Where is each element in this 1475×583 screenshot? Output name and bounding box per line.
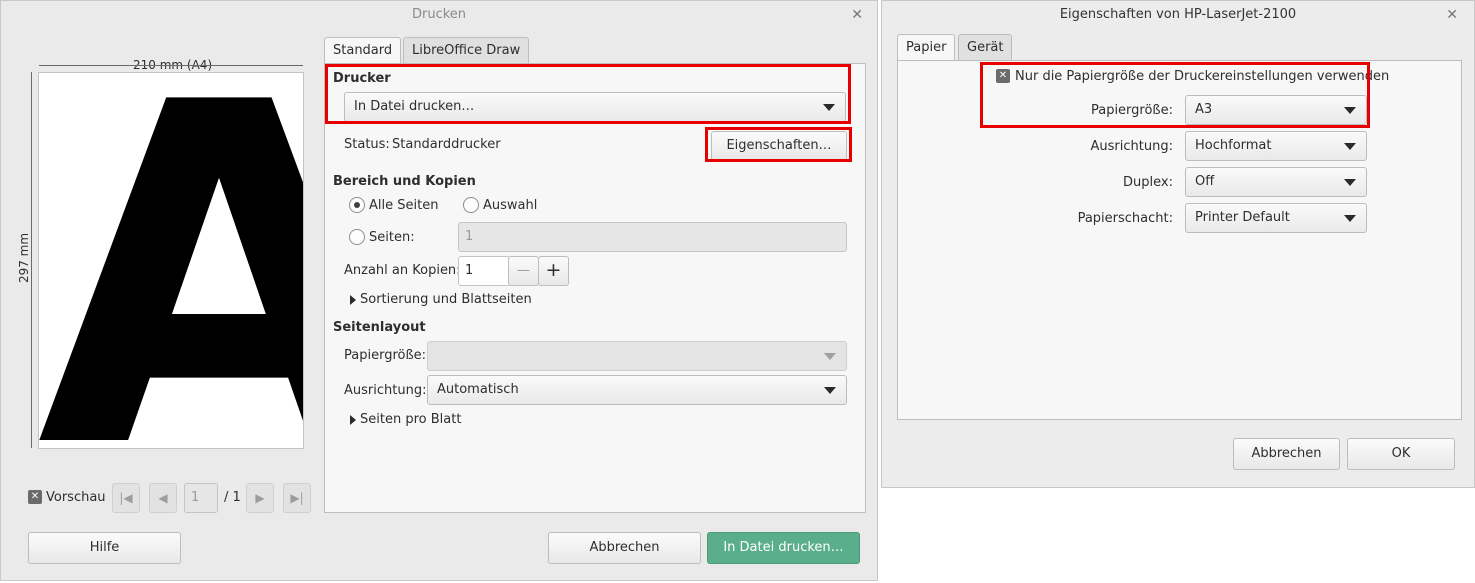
copies-label: Anzahl an Kopien:: [344, 263, 461, 278]
duplex-select[interactable]: Off: [1185, 167, 1367, 197]
orientation-label: Ausrichtung:: [1090, 139, 1173, 154]
copies-increment-button[interactable]: +: [538, 256, 569, 286]
cancel-button[interactable]: Abbrechen: [1233, 438, 1340, 470]
tab-libreoffice-draw[interactable]: LibreOffice Draw: [403, 37, 530, 63]
tab-paper[interactable]: Papier: [897, 34, 956, 61]
range-heading: Bereich und Kopien: [333, 174, 476, 189]
preview-height-label: 297 mm: [17, 232, 32, 284]
page-number-input[interactable]: 1: [184, 483, 218, 513]
highlight-paper-settings-box: [980, 62, 1370, 128]
pages-per-sheet-expander[interactable]: Seiten pro Blatt: [360, 412, 461, 427]
print-dialog: Drucken ✕ 210 mm (A4) 297 mm A3 ✕ Vorsch…: [0, 0, 878, 581]
last-page-button[interactable]: ▶|: [283, 483, 311, 513]
close-icon[interactable]: ✕: [1446, 1, 1458, 29]
ok-button[interactable]: OK: [1347, 438, 1455, 470]
print-to-file-button[interactable]: In Datei drucken…: [707, 532, 860, 564]
paper-size-label: Papiergröße:: [344, 348, 427, 363]
paper-tray-value: Printer Default: [1195, 210, 1290, 225]
all-pages-radio[interactable]: [349, 197, 365, 213]
duplex-value: Off: [1195, 174, 1215, 189]
preview-checkbox[interactable]: ✕: [28, 490, 42, 504]
previous-page-button[interactable]: ◀: [149, 483, 177, 513]
properties-dialog-title: Eigenschaften von HP-LaserJet-2100: [1059, 7, 1297, 22]
orientation-value: Automatisch: [437, 382, 519, 397]
paper-tray-label: Papierschacht:: [1077, 211, 1173, 226]
chevron-down-icon: [824, 353, 836, 360]
highlight-printer-box: [325, 64, 851, 124]
paper-tray-select[interactable]: Printer Default: [1185, 203, 1367, 233]
tab-standard[interactable]: Standard: [324, 37, 402, 64]
printer-properties-dialog: Eigenschaften von HP-LaserJet-2100 ✕ Pap…: [881, 0, 1475, 488]
pages-input[interactable]: 1: [458, 222, 847, 252]
orientation-select[interactable]: Automatisch: [427, 375, 847, 405]
chevron-down-icon: [1344, 215, 1356, 222]
orientation-value: Hochformat: [1195, 138, 1272, 153]
pages-radio[interactable]: [349, 229, 365, 245]
total-pages-label: / 1: [224, 490, 241, 505]
paper-size-select[interactable]: [427, 341, 847, 371]
expander-arrow-icon: [350, 415, 356, 425]
preview-width-dimension-line: [39, 65, 303, 66]
chevron-down-icon: [1344, 143, 1356, 150]
next-page-button[interactable]: ▶: [246, 483, 274, 513]
help-button[interactable]: Hilfe: [28, 532, 181, 564]
highlight-properties-box: [705, 127, 852, 162]
all-pages-label: Alle Seiten: [369, 198, 439, 213]
duplex-label: Duplex:: [1123, 175, 1173, 190]
copies-decrement-button[interactable]: —: [508, 256, 539, 286]
preview-page: A3: [38, 72, 304, 449]
chevron-down-icon: [824, 387, 836, 394]
page-layout-heading: Seitenlayout: [333, 320, 426, 335]
orientation-label: Ausrichtung:: [344, 383, 427, 398]
preview-height-dimension-line: [31, 72, 32, 448]
first-page-button[interactable]: |◀: [112, 483, 140, 513]
expander-arrow-icon: [350, 295, 356, 305]
cancel-button[interactable]: Abbrechen: [548, 532, 701, 564]
status-value: Standarddrucker: [392, 137, 501, 152]
orientation-select[interactable]: Hochformat: [1185, 131, 1367, 161]
preview-checkbox-label: Vorschau: [46, 490, 106, 505]
selection-radio[interactable]: [463, 197, 479, 213]
sort-expander[interactable]: Sortierung und Blattseiten: [360, 292, 532, 307]
chevron-down-icon: [1344, 179, 1356, 186]
close-icon[interactable]: ✕: [851, 1, 863, 29]
pages-label: Seiten:: [369, 230, 415, 245]
selection-label: Auswahl: [483, 198, 538, 213]
tab-device[interactable]: Gerät: [958, 34, 1013, 60]
copies-input[interactable]: 1: [458, 256, 510, 286]
status-label: Status:: [344, 137, 390, 152]
preview-page-text: A3: [39, 73, 303, 448]
print-dialog-title: Drucken: [411, 7, 467, 22]
